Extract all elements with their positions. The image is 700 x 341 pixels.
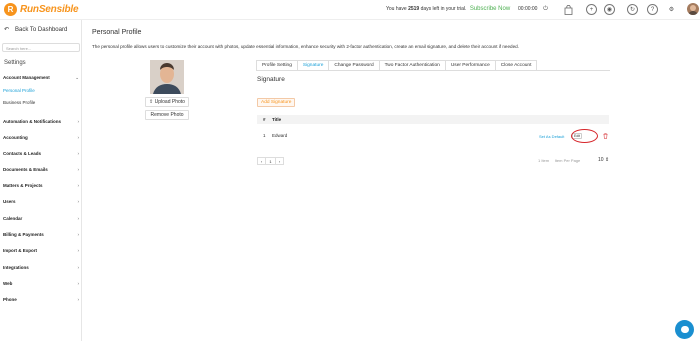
sidebar-item-import-export[interactable]: Import & Export › — [3, 248, 79, 253]
refresh-icon[interactable]: ↻ — [627, 4, 638, 15]
section-title: Signature — [257, 76, 285, 83]
sidebar-item-users[interactable]: Users › — [3, 199, 79, 204]
sidebar-item-billing[interactable]: Billing & Payments › — [3, 232, 79, 237]
profile-tabs: Profile Setting Signature Change Passwor… — [256, 60, 538, 70]
upload-icon: ⇪ — [149, 99, 154, 105]
page-title: Personal Profile — [92, 29, 142, 36]
chevron-right-icon: › — [77, 167, 80, 172]
user-avatar[interactable] — [687, 3, 699, 15]
profile-photo — [150, 60, 184, 94]
back-to-dashboard[interactable]: ↶ Back To Dashboard — [4, 26, 67, 34]
tab-user-performance[interactable]: User Performance — [444, 60, 496, 70]
table-row: 1 Edward Set As Default Edit — [257, 130, 609, 142]
pagination: ‹ 1 › — [257, 157, 284, 165]
sidebar-item-personal-profile[interactable]: Personal Profile — [3, 88, 35, 93]
settings-heading: Settings — [4, 60, 26, 66]
chevron-right-icon: › — [77, 248, 80, 253]
subscribe-link[interactable]: Subscribe Now — [470, 6, 510, 12]
trial-banner: You have 2519 days left in your trial. S… — [386, 6, 511, 12]
sidebar-item-account-management[interactable]: Account Management ⌄ — [3, 75, 79, 81]
chevron-right-icon: › — [77, 135, 80, 140]
sidebar-item-contacts[interactable]: Contacts & Leads › — [3, 151, 79, 156]
sidebar-item-web[interactable]: Web › — [3, 281, 79, 286]
chevron-updown-icon: ⇕ — [604, 157, 610, 163]
sidebar-item-accounting[interactable]: Accounting › — [3, 135, 79, 140]
brand-logo[interactable]: R RunSensible — [4, 3, 79, 16]
tab-profile-setting[interactable]: Profile Setting — [256, 60, 298, 70]
upload-photo-button[interactable]: ⇪ Upload Photo — [145, 97, 189, 107]
brand-name: RunSensible — [20, 4, 79, 15]
top-header: R RunSensible You have 2519 days left in… — [0, 0, 700, 20]
chat-bubble-icon[interactable] — [675, 320, 694, 339]
shopping-bag-icon[interactable] — [563, 4, 574, 15]
row-title: Edward — [272, 133, 288, 138]
sidebar-item-automation[interactable]: Automation & Notifications › — [3, 119, 79, 124]
settings-icon[interactable]: ⚙ — [666, 4, 677, 15]
notifications-icon[interactable]: ◉ — [604, 4, 615, 15]
trash-icon[interactable] — [603, 133, 608, 139]
chevron-right-icon: › — [77, 183, 80, 188]
back-arrow-icon: ↶ — [4, 27, 10, 33]
per-page-select[interactable]: 10 ⇕ — [598, 157, 609, 163]
sidebar-item-phone[interactable]: Phone › — [3, 297, 79, 302]
column-number: # — [263, 117, 266, 122]
row-number: 1 — [263, 133, 266, 138]
tab-divider — [256, 70, 610, 71]
help-icon[interactable]: ? — [647, 4, 658, 15]
next-page-button[interactable]: › — [275, 157, 284, 165]
sidebar-item-documents[interactable]: Documents & Emails › — [3, 167, 79, 172]
add-signature-button[interactable]: Add Signature — [257, 98, 296, 107]
sidebar-item-calendar[interactable]: Calendar › — [3, 216, 79, 221]
tab-signature[interactable]: Signature — [296, 60, 330, 70]
tab-change-password[interactable]: Change Password — [328, 60, 380, 70]
timer-power-icon[interactable]: ⏻ — [540, 4, 551, 15]
tab-close-account[interactable]: Close Account — [494, 60, 538, 70]
per-page-label: Item Per Page — [554, 158, 581, 163]
table-header: # Title — [257, 115, 609, 124]
chevron-right-icon: › — [77, 151, 80, 156]
set-as-default-link[interactable]: Set As Default — [539, 134, 564, 139]
highlight-circle — [571, 129, 598, 143]
settings-sidebar: ↶ Back To Dashboard Search here... Setti… — [0, 20, 82, 341]
column-title: Title — [272, 117, 282, 122]
chevron-right-icon: › — [77, 232, 80, 237]
chevron-right-icon: › — [77, 199, 80, 204]
sidebar-item-integrations[interactable]: Integrations › — [3, 265, 79, 270]
sidebar-item-business-profile[interactable]: Business Profile — [3, 100, 35, 105]
chevron-right-icon: › — [77, 265, 80, 270]
chevron-right-icon: › — [77, 297, 80, 302]
tab-two-factor[interactable]: Two Factor Authentication — [378, 60, 446, 70]
item-count: 1 Item — [538, 158, 550, 163]
trial-days: 2519 — [408, 6, 420, 12]
remove-photo-button[interactable]: Remove Photo — [145, 110, 189, 120]
chevron-right-icon: › — [77, 216, 80, 221]
page-description: The personal profile allows users to cus… — [92, 44, 519, 49]
sidebar-item-matters[interactable]: Matters & Projects › — [3, 183, 79, 188]
pager-info: 1 Item Item Per Page — [538, 158, 580, 163]
chevron-right-icon: › — [77, 119, 80, 124]
add-icon[interactable]: + — [586, 4, 597, 15]
timer-display[interactable]: 00:00:00 — [518, 6, 537, 12]
chevron-down-icon: ⌄ — [75, 75, 79, 80]
logo-icon: R — [4, 3, 17, 16]
sidebar-search-input[interactable]: Search here... — [2, 43, 80, 52]
chevron-right-icon: › — [77, 281, 80, 286]
